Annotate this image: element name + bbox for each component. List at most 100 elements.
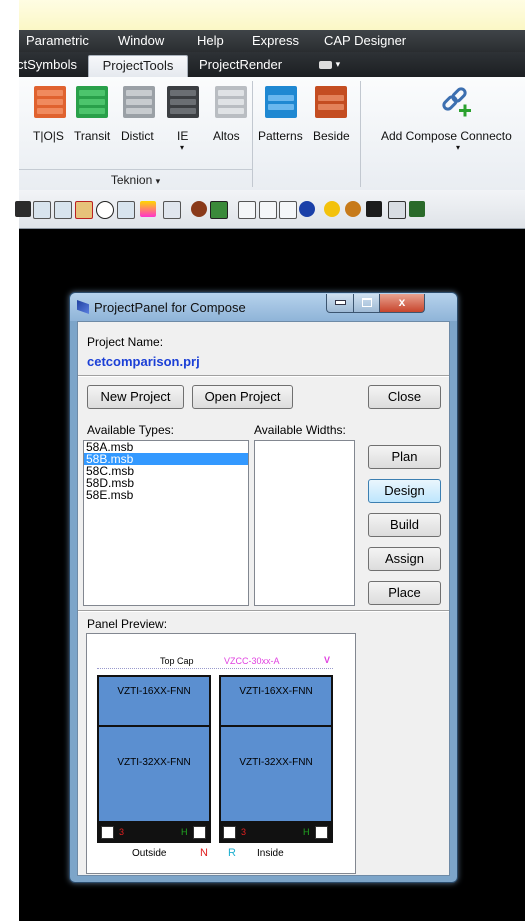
foot-mark-right: H	[303, 827, 310, 837]
close-icon: x	[398, 295, 406, 309]
design-button[interactable]: Design	[368, 479, 441, 503]
tab-symbols[interactable]: ctSymbols	[17, 57, 77, 72]
inside-panel-stack: VZTI-16XX-FNN VZTI-32XX-FNN 3 H	[219, 675, 333, 843]
top-cap-label: Top Cap	[160, 656, 194, 666]
menu-parametric[interactable]: Parametric	[26, 33, 89, 48]
title-bar-strip	[19, 0, 525, 30]
available-widths-label: Available Widths:	[254, 423, 346, 437]
foot-mark-left: 3	[119, 827, 125, 837]
outside-top-tile: VZTI-16XX-FNN	[99, 677, 209, 725]
vzcc-label: VZCC-30xx-A	[224, 656, 280, 666]
minimize-button[interactable]	[326, 294, 354, 313]
emoji-icon[interactable]	[324, 201, 340, 217]
ie-button-label[interactable]: IE	[177, 129, 188, 143]
window-close-button[interactable]: x	[379, 294, 425, 313]
list-item[interactable]: 58E.msb	[84, 489, 248, 501]
info-icon[interactable]	[299, 201, 315, 217]
vzcc-mark: V	[324, 655, 331, 665]
add-compose-connector-label[interactable]: Add Compose Connecto	[381, 129, 512, 143]
palette-icon[interactable]	[345, 201, 361, 217]
inside-top-tile: VZTI-16XX-FNN	[221, 677, 331, 725]
toolbar-gear-icon[interactable]	[15, 201, 31, 217]
altos-icon[interactable]	[215, 86, 247, 118]
pen-icon[interactable]	[366, 201, 382, 217]
tos-button-label[interactable]: T|O|S	[33, 129, 64, 143]
teknion-label-text: Teknion	[110, 173, 153, 187]
image-icon[interactable]	[210, 201, 228, 219]
n-mark: N	[200, 847, 208, 859]
open-project-button[interactable]: Open Project	[192, 385, 293, 409]
r-mark: R	[228, 847, 236, 859]
globe-icon[interactable]	[409, 201, 425, 217]
chevron-down-icon: ▾	[155, 176, 161, 186]
off-toggle-icon[interactable]	[54, 201, 72, 219]
menu-window[interactable]: Window	[118, 33, 164, 48]
teknion-panel-label[interactable]: Teknion ▾	[19, 169, 252, 190]
menu-express[interactable]: Express	[252, 33, 299, 48]
ie-icon[interactable]	[167, 86, 199, 118]
copy-icon[interactable]	[279, 201, 297, 219]
foot-mark-right: H	[181, 827, 188, 837]
available-types-label: Available Types:	[87, 423, 174, 437]
tos-icon[interactable]	[34, 86, 66, 118]
ribbon-tab-bar: ctSymbols ProjectTools ProjectRender ▾	[17, 52, 525, 78]
toolbar	[15, 190, 525, 229]
ie-dropdown-icon[interactable]: ▾	[180, 143, 184, 152]
inside-bottom-tile: VZTI-32XX-FNN	[221, 727, 331, 821]
plan-button[interactable]: Plan	[368, 445, 441, 469]
menu-cap-designer[interactable]: CAP Designer	[324, 33, 406, 48]
panel-preview: Top Cap VZCC-30xx-A V VZTI-16XX-FNN VZTI…	[86, 633, 356, 874]
minimize-icon	[334, 300, 346, 306]
grid-icon[interactable]	[388, 201, 406, 219]
beside-icon[interactable]	[315, 86, 347, 118]
ribbon-options-icon[interactable]: ▾	[319, 56, 340, 71]
divider	[78, 610, 449, 612]
tab-projectrender[interactable]: ProjectRender	[199, 57, 282, 72]
assign-button[interactable]: Assign	[368, 547, 441, 571]
patterns-icon[interactable]	[265, 86, 297, 118]
marker-icon[interactable]	[140, 201, 156, 217]
scale-icon[interactable]	[117, 201, 135, 219]
projectpanel-dialog: ProjectPanel for Compose x Project Name:…	[69, 292, 458, 883]
outside-label: Outside	[132, 848, 167, 859]
list-icon[interactable]	[163, 201, 181, 219]
ribbon-separator	[360, 81, 361, 187]
app-icon	[77, 300, 89, 314]
distict-button-label[interactable]: Distict	[121, 129, 154, 143]
outlet-icon	[101, 826, 114, 839]
foot-mark-left: 3	[241, 827, 247, 837]
build-button[interactable]: Build	[368, 513, 441, 537]
close-button[interactable]: Close	[368, 385, 441, 409]
dialog-titlebar[interactable]: ProjectPanel for Compose x	[70, 293, 457, 321]
delete-box-icon[interactable]	[75, 201, 93, 219]
outlet-icon	[223, 826, 236, 839]
left-edge	[0, 0, 19, 921]
maximize-button[interactable]	[353, 294, 380, 313]
ribbon-panel: T|O|S Transit Distict IE ▾ Altos Teknion…	[19, 77, 525, 191]
ribbon-separator	[252, 81, 253, 187]
circle-icon[interactable]	[96, 201, 114, 219]
outlet-icon	[315, 826, 328, 839]
on-toggle-icon[interactable]	[33, 201, 51, 219]
project-name-value: cetcomparison.prj	[87, 354, 200, 369]
top-cap-line	[97, 668, 333, 669]
available-types-list[interactable]: 58A.msb 58B.msb 58C.msb 58D.msb 58E.msb	[83, 440, 249, 606]
flower-icon[interactable]	[191, 201, 207, 217]
connector-dropdown-icon[interactable]: ▾	[456, 143, 460, 152]
menu-help[interactable]: Help	[197, 33, 224, 48]
patterns-button-label[interactable]: Patterns	[258, 129, 303, 143]
transit-button-label[interactable]: Transit	[74, 129, 110, 143]
inside-label: Inside	[257, 848, 284, 859]
add-compose-connector-icon[interactable]	[439, 85, 473, 119]
transit-icon[interactable]	[76, 86, 108, 118]
available-widths-list[interactable]	[254, 440, 355, 606]
pages-icon[interactable]	[259, 201, 277, 219]
place-button[interactable]: Place	[368, 581, 441, 605]
dialog-title: ProjectPanel for Compose	[94, 300, 246, 315]
tab-projecttools[interactable]: ProjectTools	[88, 55, 188, 78]
new-project-button[interactable]: New Project	[87, 385, 184, 409]
beside-button-label[interactable]: Beside	[313, 129, 350, 143]
altos-button-label[interactable]: Altos	[213, 129, 240, 143]
distict-icon[interactable]	[123, 86, 155, 118]
document-icon[interactable]	[238, 201, 256, 219]
